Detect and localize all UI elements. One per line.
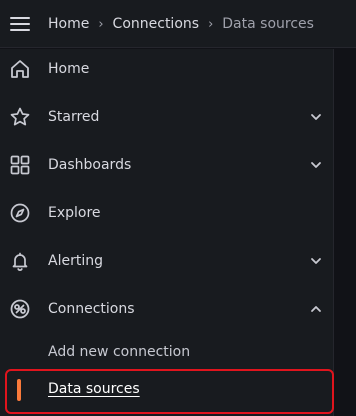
chevron-down-icon[interactable] xyxy=(306,251,326,271)
connections-icon xyxy=(8,297,32,321)
sidebar-item-starred[interactable]: Starred xyxy=(0,97,334,137)
star-icon xyxy=(8,105,32,129)
sidebar-item-label: Home xyxy=(48,61,90,77)
sidebar-item-home[interactable]: Home xyxy=(0,49,334,89)
sidebar-item-dashboards[interactable]: Dashboards xyxy=(0,145,334,185)
main-content-edge xyxy=(335,49,356,416)
sidebar-subitem-label: Add new connection xyxy=(48,344,191,360)
sidebar-nav: Home Starred Dashboards Explore Alerting… xyxy=(0,49,334,416)
top-bar: Home › Connections › Data sources xyxy=(0,0,356,48)
sidebar-item-connections[interactable]: Connections xyxy=(0,289,334,329)
sidebar-item-label: Starred xyxy=(48,109,100,125)
breadcrumb-separator-icon: › xyxy=(208,16,214,32)
chevron-down-icon[interactable] xyxy=(306,107,326,127)
home-icon xyxy=(8,57,32,81)
chevron-up-icon[interactable] xyxy=(306,299,326,319)
hamburger-icon xyxy=(10,16,30,32)
sidebar-item-label: Alerting xyxy=(48,253,103,269)
breadcrumb-data-sources: Data sources xyxy=(222,16,314,32)
sidebar-subitem-label: Data sources xyxy=(48,381,140,397)
sidebar-item-label: Connections xyxy=(48,301,135,317)
breadcrumb-connections[interactable]: Connections xyxy=(113,16,200,32)
menu-toggle-button[interactable] xyxy=(8,12,32,36)
dashboards-icon xyxy=(8,153,32,177)
compass-icon xyxy=(8,201,32,225)
sidebar-subitem-data-sources[interactable]: Data sources xyxy=(0,371,334,407)
sidebar-item-label: Dashboards xyxy=(48,157,132,173)
breadcrumb-home[interactable]: Home xyxy=(48,16,89,32)
breadcrumb-separator-icon: › xyxy=(98,16,104,32)
sidebar-item-alerting[interactable]: Alerting xyxy=(0,241,334,281)
sidebar-item-label: Explore xyxy=(48,205,101,221)
sidebar-subitem-add-new-connection[interactable]: Add new connection xyxy=(0,334,334,370)
bell-icon xyxy=(8,249,32,273)
chevron-down-icon[interactable] xyxy=(306,155,326,175)
breadcrumb: Home › Connections › Data sources xyxy=(48,14,314,34)
active-indicator xyxy=(17,379,21,401)
sidebar-item-explore[interactable]: Explore xyxy=(0,193,334,233)
